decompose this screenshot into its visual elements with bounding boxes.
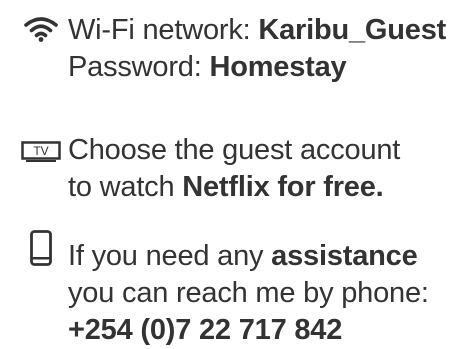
tv-icon-label: TV (33, 144, 48, 158)
tv-section: TV Choose the guest account to watch Net… (0, 120, 459, 220)
tv-netflix-highlight: Netflix for free. (182, 171, 384, 203)
wifi-password-label: Password: (68, 51, 210, 83)
smartphone-icon (30, 230, 52, 266)
wifi-section: Wi-Fi network: Karibu_Guest Password: Ho… (0, 0, 459, 100)
phone-line-1: If you need any assistance (68, 238, 429, 275)
phone-number: +254 (0)7 22 717 842 (68, 314, 343, 346)
wifi-network-label: Wi-Fi network: (68, 14, 259, 46)
phone-details: If you need any assistance you can reach… (68, 238, 429, 349)
phone-line-2: you can reach me by phone: (68, 277, 429, 309)
tv-line-2-prefix: to watch (68, 171, 183, 203)
tv-icon: TV (21, 141, 61, 162)
phone-assistance-highlight: assistance (271, 240, 418, 272)
wifi-password-line: Password: Homestay (68, 49, 446, 86)
wifi-details: Wi-Fi network: Karibu_Guest Password: Ho… (68, 12, 446, 86)
wifi-icon (24, 17, 58, 42)
phone-section: If you need any assistance you can reach… (0, 230, 459, 349)
wifi-password-value: Homestay (209, 51, 347, 83)
wifi-network-name: Karibu_Guest (258, 14, 447, 46)
tv-line-2: to watch Netflix for free. (68, 169, 400, 206)
phone-line-1-prefix: If you need any (68, 240, 272, 272)
tv-details: Choose the guest account to watch Netfli… (68, 132, 400, 206)
tv-line-1: Choose the guest account (68, 134, 401, 166)
wifi-network-line: Wi-Fi network: Karibu_Guest (68, 12, 446, 49)
